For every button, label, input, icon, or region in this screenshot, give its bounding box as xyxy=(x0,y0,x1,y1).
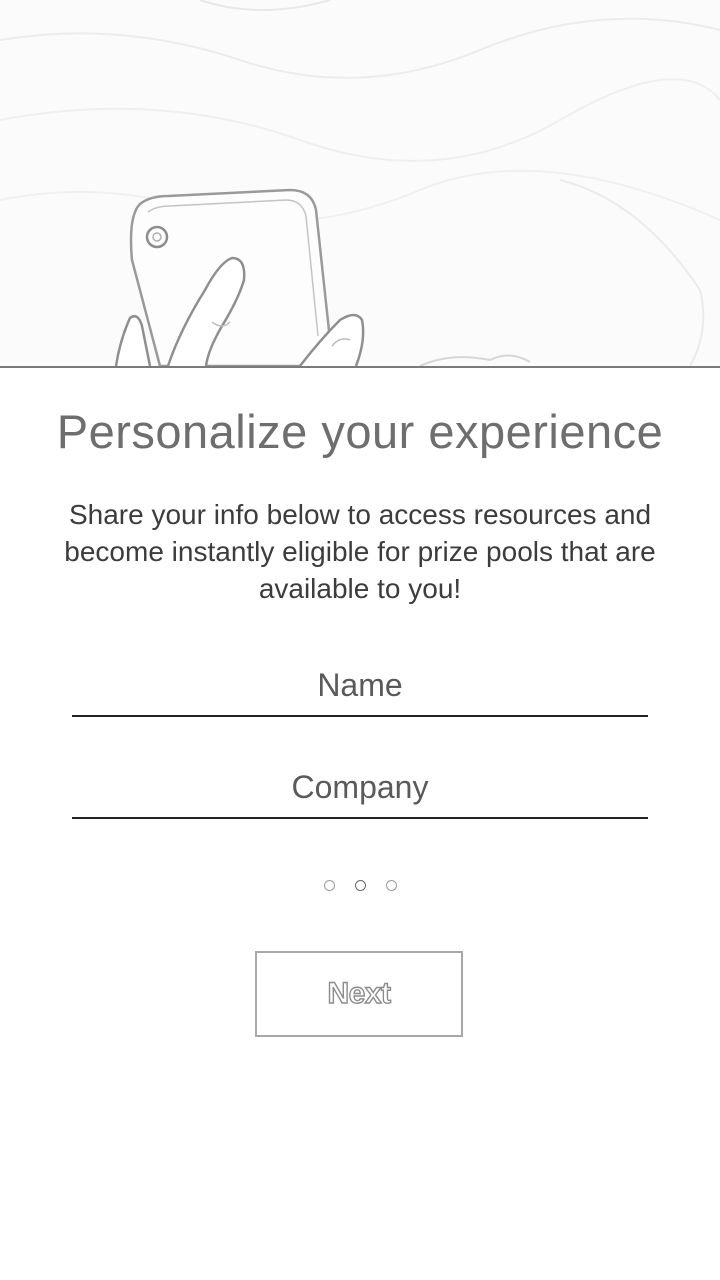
page-title: Personalize your experience xyxy=(56,405,664,458)
name-input[interactable] xyxy=(72,655,648,717)
hero-illustration xyxy=(0,0,720,368)
company-input[interactable] xyxy=(72,757,648,819)
page-dot-1 xyxy=(323,880,335,891)
next-button[interactable]: Next xyxy=(255,951,463,1037)
onboarding-screen: Personalize your experience Share your i… xyxy=(0,0,720,1280)
hero-divider xyxy=(0,366,720,368)
page-dot-3 xyxy=(385,880,397,891)
page-subtitle: Share your info below to access resource… xyxy=(64,499,656,604)
page-indicator xyxy=(0,880,720,896)
page-dot-2 xyxy=(354,880,366,891)
hand-holding-phone-icon xyxy=(0,0,720,368)
